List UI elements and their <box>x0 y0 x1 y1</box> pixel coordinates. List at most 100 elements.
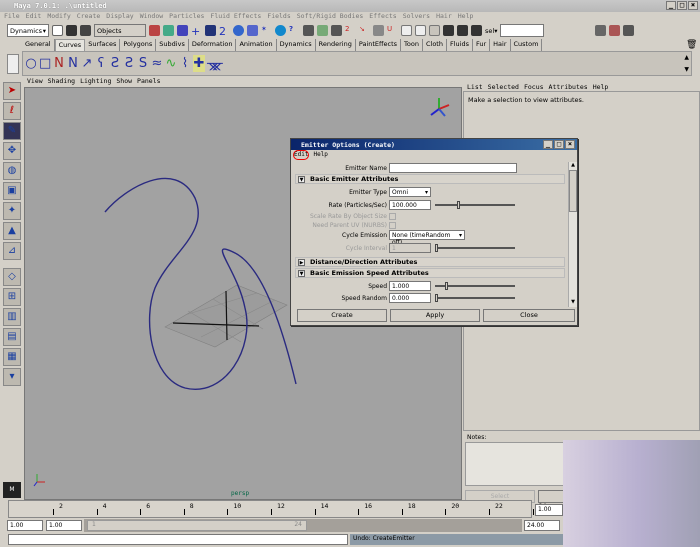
tab-subdivs[interactable]: Subdivs <box>156 39 189 51</box>
menu-modify[interactable]: Modify <box>47 12 70 22</box>
channel-box-toggle-icon[interactable] <box>609 25 621 36</box>
scroll-thumb[interactable] <box>569 170 577 212</box>
tab-fur[interactable]: Fur <box>473 39 491 51</box>
snap-point-icon[interactable]: ↘ <box>359 25 370 36</box>
tab-general[interactable]: General <box>22 39 55 51</box>
snap-curve-icon[interactable]: 2 <box>345 25 356 36</box>
dialog-scrollbar[interactable]: ▲ ▼ <box>568 162 577 307</box>
menu-window[interactable]: Window <box>140 12 163 22</box>
construction-history-icon[interactable] <box>429 25 440 36</box>
menu-fields[interactable]: Fields <box>267 12 290 22</box>
detach-curves-icon[interactable]: Ƨ <box>123 55 135 72</box>
speed-random-input[interactable]: 0.000 <box>389 293 431 303</box>
time-slider[interactable]: 24681012141618202224 <box>8 500 546 518</box>
rebuild-curve-icon[interactable]: ✚ <box>193 55 205 72</box>
viewport-menu-show[interactable]: Show <box>116 77 132 87</box>
soft-modification-icon[interactable]: ▲ <box>3 222 21 240</box>
close-dialog-button[interactable]: Close <box>483 309 575 322</box>
snap-view-icon[interactable] <box>373 25 384 36</box>
menu-hair[interactable]: Hair <box>436 12 452 22</box>
range-slider-bar[interactable]: 1 24 <box>87 520 307 531</box>
tab-surfaces[interactable]: Surfaces <box>85 39 121 51</box>
dialog-maximize-button[interactable]: □ <box>554 140 564 149</box>
magnet-icon[interactable]: U <box>387 25 398 36</box>
viewport-menu-lighting[interactable]: Lighting <box>80 77 111 87</box>
tab-hair[interactable]: Hair <box>490 39 511 51</box>
section-distance-direction[interactable]: Distance/Direction Attributes <box>310 258 417 266</box>
fillet-curve-icon[interactable]: ᚘ <box>207 55 223 72</box>
viewport-menu-panels[interactable]: Panels <box>137 77 160 87</box>
current-time-field[interactable]: 1.00 <box>535 504 563 516</box>
shelf-scroll-up[interactable]: ▲ <box>684 54 689 61</box>
dialog-minimize-button[interactable]: _ <box>543 140 553 149</box>
attr-menu-focus[interactable]: Focus <box>524 83 544 91</box>
menu-create[interactable]: Create <box>77 12 100 22</box>
rotate-tool-icon[interactable]: ◍ <box>3 162 21 180</box>
dialog-close-button[interactable]: × <box>565 140 575 149</box>
open-close-curves-icon[interactable]: ≈ <box>151 55 163 72</box>
tab-custom[interactable]: Custom <box>511 39 543 51</box>
tab-dynamics[interactable]: Dynamics <box>277 39 316 51</box>
render-mask-icon[interactable] <box>275 25 286 36</box>
apply-button[interactable]: Apply <box>390 309 480 322</box>
playback-start-field[interactable]: 1.00 <box>46 520 82 531</box>
rate-input[interactable]: 100.000 <box>389 200 431 210</box>
lock-icon[interactable] <box>303 25 314 36</box>
viewport-menu-view[interactable]: View <box>27 77 43 87</box>
attach-curves-icon[interactable]: Ƨ <box>109 55 121 72</box>
mask-icon[interactable] <box>205 25 216 36</box>
maximize-button[interactable]: □ <box>677 1 687 10</box>
menu-soft-rigid-bodies[interactable]: Soft/Rigid Bodies <box>297 12 364 22</box>
new-scene-icon[interactable] <box>52 25 63 36</box>
attr-menu-list[interactable]: List <box>467 83 483 91</box>
persp-outliner-layout-icon[interactable]: ▥ <box>3 308 21 326</box>
quick-select-input[interactable] <box>500 24 545 37</box>
tab-painteffects[interactable]: PaintEffects <box>356 39 402 51</box>
menu-solvers[interactable]: Solvers <box>403 12 430 22</box>
section-basic-emitter[interactable]: Basic Emitter Attributes <box>310 175 398 183</box>
shelf-menu-button[interactable] <box>7 54 19 74</box>
curve-mask-icon[interactable]: 2 <box>219 25 230 38</box>
range-start-field[interactable]: 1.00 <box>7 520 43 531</box>
attr-menu-selected[interactable]: Selected <box>488 83 519 91</box>
align-curves-icon[interactable]: S <box>137 55 149 72</box>
offset-curve-icon[interactable]: ⌇ <box>179 55 191 72</box>
attr-menu-attributes[interactable]: Attributes <box>549 83 588 91</box>
ipr-render-icon[interactable] <box>457 25 468 36</box>
select-tool-icon[interactable]: ➤ <box>3 82 21 100</box>
ep-curve-icon[interactable]: N <box>67 55 79 72</box>
tab-fluids[interactable]: Fluids <box>447 39 473 51</box>
dialog-menu-edit[interactable]: Edit <box>292 150 310 160</box>
hypershade-layout-icon[interactable]: ▦ <box>3 348 21 366</box>
need-parent-uv-checkbox[interactable] <box>389 221 396 229</box>
command-line-input[interactable] <box>8 534 348 545</box>
arc-icon[interactable]: ↗ <box>81 55 93 72</box>
create-button[interactable]: Create <box>297 309 387 322</box>
scroll-down-arrow[interactable]: ▼ <box>569 299 577 307</box>
dynamics-mask-icon[interactable]: ✶ <box>261 25 272 36</box>
attr-menu-help[interactable]: Help <box>593 83 609 91</box>
cycle-interval-input[interactable]: 1 <box>389 243 431 253</box>
scroll-up-arrow[interactable]: ▲ <box>569 162 577 170</box>
highlight-icon[interactable] <box>317 25 328 36</box>
cycle-interval-slider[interactable] <box>435 244 515 252</box>
scale-tool-icon[interactable]: ▣ <box>3 182 21 200</box>
four-view-layout-icon[interactable]: ⊞ <box>3 288 21 306</box>
output-ops-icon[interactable] <box>415 25 426 36</box>
plus-icon[interactable]: + <box>191 25 202 38</box>
collapse-icon[interactable]: ▼ <box>298 269 305 277</box>
misc-mask-icon[interactable]: ? <box>289 25 300 36</box>
show-manipulator-icon[interactable]: ⊿ <box>3 242 21 260</box>
playback-end-field[interactable]: 24.00 <box>524 520 560 531</box>
open-scene-icon[interactable] <box>66 25 77 36</box>
minimize-button[interactable]: _ <box>666 1 676 10</box>
tool-settings-toggle-icon[interactable] <box>623 25 635 36</box>
paint-select-tool-icon[interactable]: ✎ <box>3 122 21 140</box>
emitter-type-dropdown[interactable]: Omni ▾ <box>389 187 431 197</box>
speed-input[interactable]: 1.000 <box>389 281 431 291</box>
snap-grid-icon[interactable] <box>331 25 342 36</box>
persp-graph-layout-icon[interactable]: ▤ <box>3 328 21 346</box>
close-button[interactable]: × <box>688 1 698 10</box>
layout-menu-icon[interactable]: ▾ <box>3 368 21 386</box>
selection-mode-field[interactable]: Objects <box>94 24 146 37</box>
